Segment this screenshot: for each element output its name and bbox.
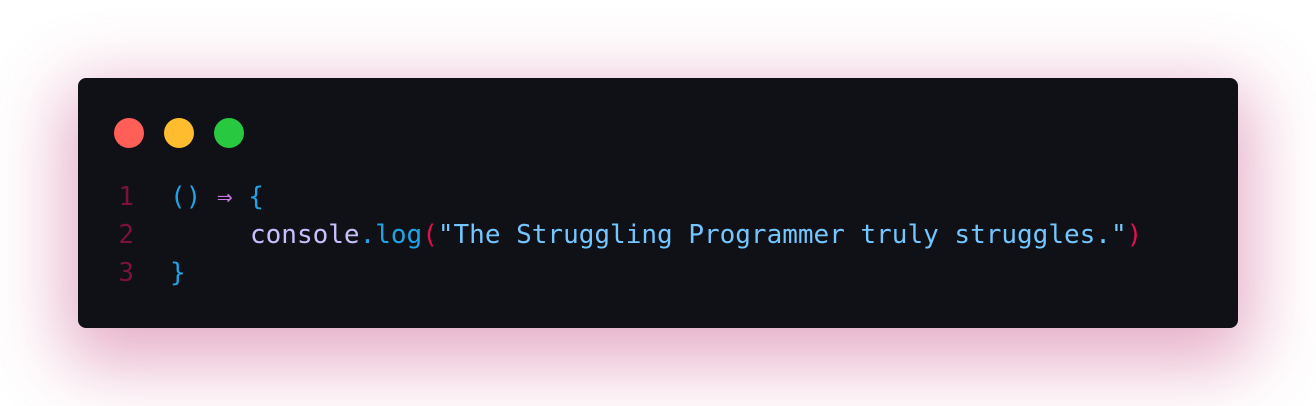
call-close-paren: ) bbox=[1126, 220, 1143, 250]
code-line: 1 () ⇒ { bbox=[78, 178, 1238, 216]
code-line: 3 } bbox=[78, 254, 1238, 292]
code-block: 1 () ⇒ { 2 console.log("The Struggling P… bbox=[78, 178, 1238, 292]
log-method: log bbox=[375, 220, 423, 250]
line-number: 1 bbox=[118, 182, 134, 212]
arrow-function-params: () bbox=[170, 182, 202, 212]
call-open-paren: ( bbox=[422, 220, 438, 250]
code-line-content: console.log("The Struggling Programmer t… bbox=[170, 216, 1142, 254]
line-number: 2 bbox=[118, 220, 134, 250]
open-brace: { bbox=[248, 182, 264, 212]
minimize-dot-icon[interactable] bbox=[164, 118, 194, 148]
code-line-content: () ⇒ { bbox=[170, 178, 264, 216]
window-controls bbox=[114, 118, 244, 148]
maximize-dot-icon[interactable] bbox=[214, 118, 244, 148]
member-dot: . bbox=[359, 220, 376, 250]
line-number: 3 bbox=[118, 258, 134, 288]
close-brace: } bbox=[170, 258, 186, 288]
close-dot-icon[interactable] bbox=[114, 118, 144, 148]
console-object: console bbox=[250, 220, 360, 250]
arrow-operator: ⇒ bbox=[216, 182, 233, 212]
code-window: 1 () ⇒ { 2 console.log("The Struggling P… bbox=[78, 78, 1238, 328]
code-line-content: } bbox=[170, 254, 186, 292]
code-line: 2 console.log("The Struggling Programmer… bbox=[78, 216, 1238, 254]
string-literal: "The Struggling Programmer truly struggl… bbox=[437, 220, 1127, 250]
